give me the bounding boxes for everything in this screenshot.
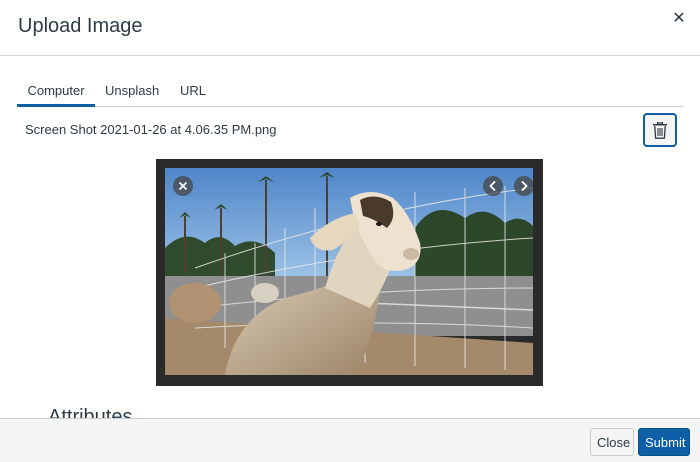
next-image-button[interactable] <box>514 176 533 196</box>
tab-url[interactable]: URL <box>177 76 209 107</box>
previous-image-button[interactable] <box>483 176 503 196</box>
tab-unsplash[interactable]: Unsplash <box>105 76 159 107</box>
upload-image-dialog: Upload Image ✕ Computer Unsplash URL Scr… <box>0 0 700 462</box>
dialog-title: Upload Image <box>18 15 143 37</box>
remove-image-button[interactable] <box>173 176 193 196</box>
close-button[interactable]: Close <box>590 428 634 456</box>
dialog-footer: Close Submit <box>0 418 700 462</box>
close-circle-icon <box>178 181 188 191</box>
file-name: Screen Shot 2021-01-26 at 4.06.35 PM.png <box>25 122 277 137</box>
chevron-left-icon <box>489 180 496 192</box>
close-icon[interactable]: ✕ <box>670 10 688 28</box>
image-preview <box>165 168 533 375</box>
goat-photo <box>165 168 533 375</box>
delete-file-button[interactable] <box>643 113 677 147</box>
trash-icon <box>653 122 667 139</box>
chevron-right-icon <box>521 180 528 192</box>
dialog-header: Upload Image ✕ <box>0 0 700 56</box>
submit-button[interactable]: Submit <box>638 428 690 456</box>
image-preview-frame <box>156 159 543 386</box>
tab-bar: Computer Unsplash URL <box>17 76 683 107</box>
tab-computer[interactable]: Computer <box>17 76 95 107</box>
